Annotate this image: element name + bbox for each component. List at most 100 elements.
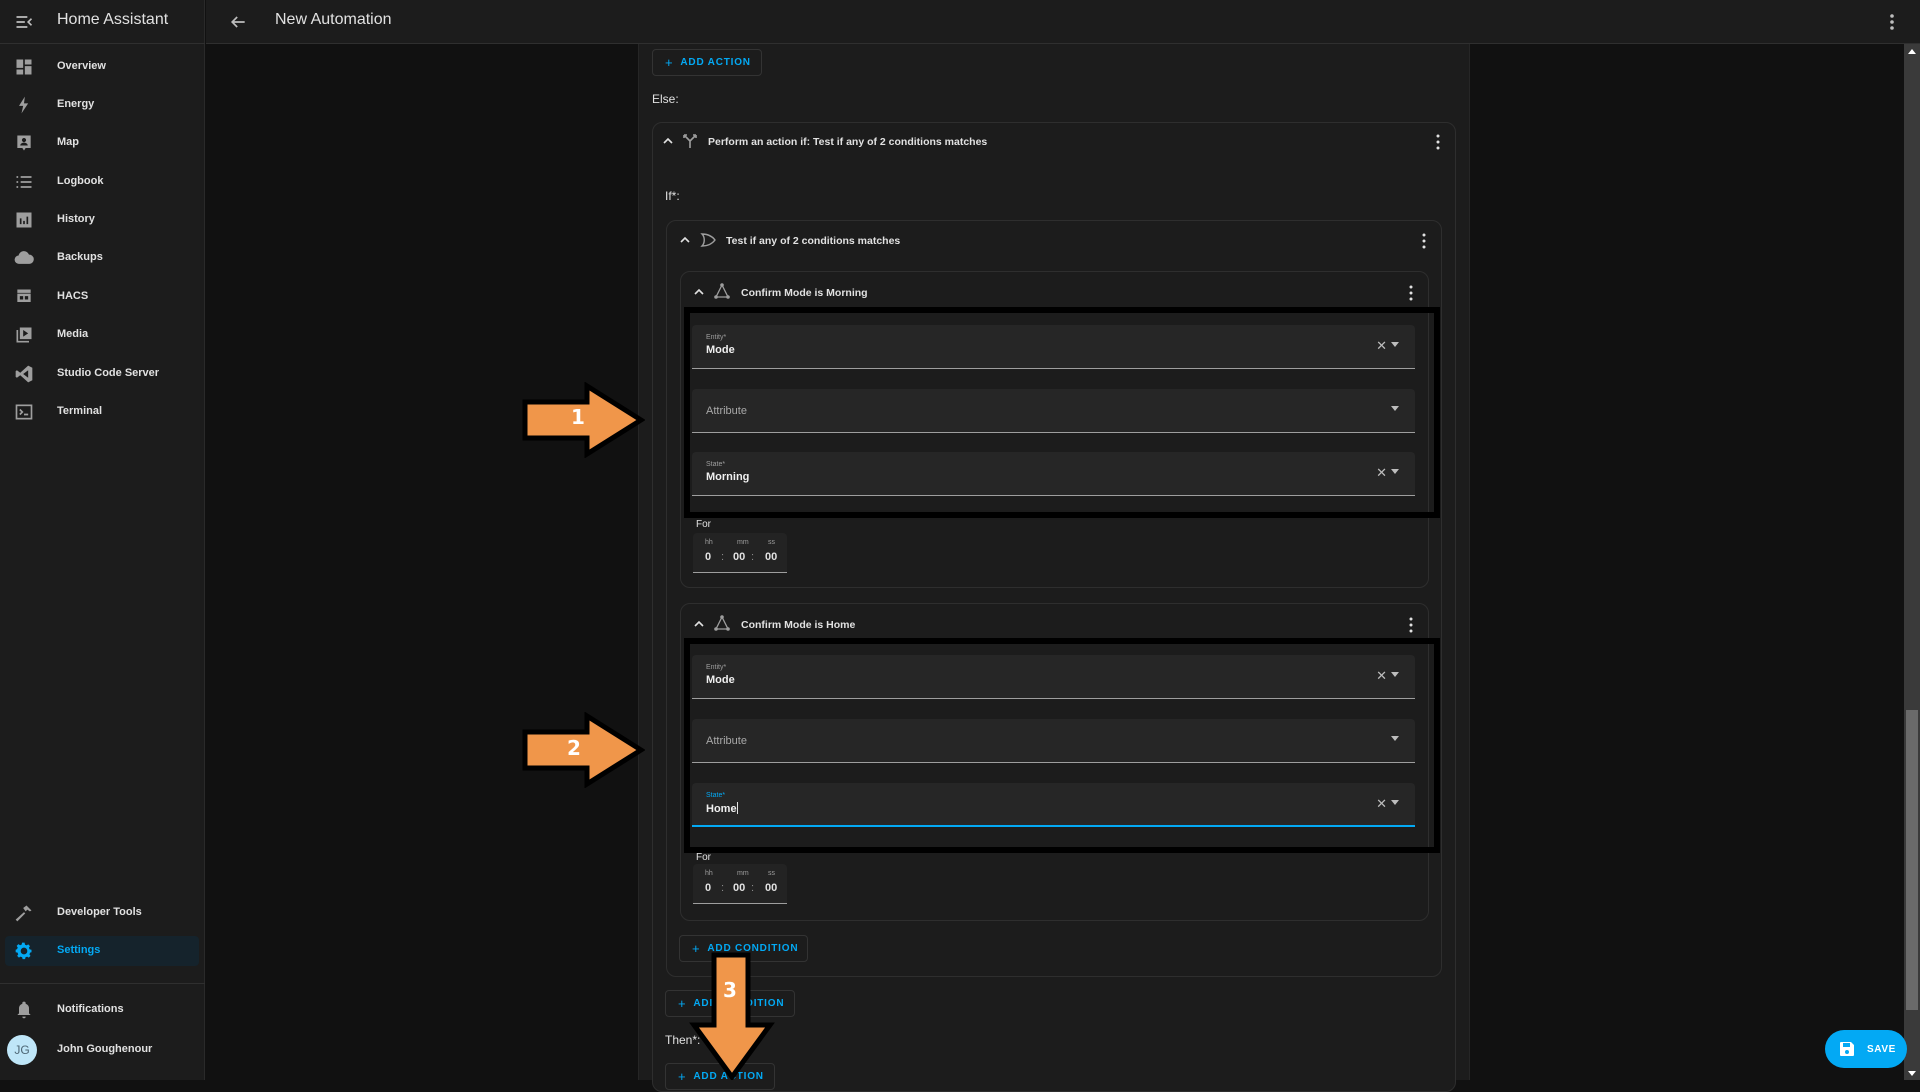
hammer-icon <box>15 905 32 922</box>
sidebar-item-label: HACS <box>57 290 89 302</box>
chevron-up-icon[interactable] <box>693 618 705 630</box>
more-vert-icon[interactable] <box>1408 284 1414 302</box>
menu-collapse-icon[interactable] <box>14 12 34 32</box>
sidebar-item-label: Media <box>57 328 89 340</box>
hours-unit-label: hh <box>705 870 713 877</box>
floppy-disk-icon <box>1840 1042 1854 1056</box>
minutes-input[interactable]: 00 <box>733 882 745 894</box>
sidebar-item-label: Studio Code Server <box>57 367 160 379</box>
media-play-icon <box>16 327 32 343</box>
back-arrow-icon[interactable] <box>228 12 248 32</box>
more-vert-icon[interactable] <box>1435 133 1441 151</box>
sidebar-item-label: Settings <box>57 944 101 956</box>
sidebar-divider <box>0 983 205 984</box>
duration-input[interactable]: hh mm ss 0 : 00 : 00 <box>693 533 787 573</box>
hours-input[interactable]: 0 <box>705 882 711 894</box>
hacs-store-icon <box>17 289 31 302</box>
plus-icon: + <box>678 1069 687 1084</box>
or-card-header[interactable]: Test if any of 2 conditions matches <box>667 221 1441 259</box>
sidebar-item-media[interactable]: Media <box>5 320 199 350</box>
page-title: New Automation <box>275 11 392 28</box>
top-bar: New Automation <box>206 0 1920 44</box>
hours-input[interactable]: 0 <box>705 551 711 563</box>
dashboard-icon <box>16 59 32 75</box>
sidebar-item-label: Developer Tools <box>57 906 142 918</box>
or-card-title: Test if any of 2 conditions matches <box>726 235 901 247</box>
if-then-card-header[interactable]: Perform an action if: Test if any of 2 c… <box>653 123 1455 161</box>
chevron-up-icon[interactable] <box>679 234 691 246</box>
sidebar-item-developer-tools[interactable]: Developer Tools <box>5 898 199 928</box>
call-split-icon <box>683 134 697 148</box>
seconds-unit-label: ss <box>768 539 775 546</box>
annotation-number: 3 <box>723 978 737 1002</box>
minutes-unit-label: mm <box>737 539 749 546</box>
annotation-arrow-2 <box>522 712 645 788</box>
sidebar-item-label: Energy <box>57 98 95 110</box>
terminal-icon <box>15 404 33 420</box>
sidebar-item-terminal[interactable]: Terminal <box>5 397 199 427</box>
lightning-icon <box>19 96 29 114</box>
sidebar-item-label: Map <box>57 136 79 148</box>
app-title: Home Assistant <box>57 11 169 28</box>
sidebar-item-settings[interactable]: Settings <box>5 936 199 966</box>
annotation-number: 1 <box>571 405 585 429</box>
condition-title: Confirm Mode is Home <box>741 619 856 631</box>
sidebar-item-notifications[interactable]: Notifications <box>5 995 199 1025</box>
if-label: If*: <box>665 189 680 203</box>
state-condition-icon <box>714 283 730 299</box>
annotation-number: 2 <box>567 736 581 760</box>
scroll-down-arrow-icon[interactable] <box>1908 1071 1916 1076</box>
scrollbar-thumb[interactable] <box>1906 710 1918 1010</box>
condition-card-header[interactable]: Confirm Mode is Home <box>681 604 1428 642</box>
sidebar-item-label: Logbook <box>57 175 104 187</box>
user-name[interactable]: John Goughenour <box>57 1043 152 1055</box>
more-vert-icon[interactable] <box>1408 616 1414 634</box>
scroll-up-arrow-icon[interactable] <box>1908 49 1916 54</box>
plus-icon: + <box>678 996 687 1011</box>
sidebar-item-energy[interactable]: Energy <box>5 90 199 120</box>
sidebar-item-history[interactable]: History <box>5 205 199 235</box>
sidebar-item-studio-code-server[interactable]: Studio Code Server <box>5 359 199 389</box>
minutes-input[interactable]: 00 <box>733 551 745 563</box>
if-then-card-title: Perform an action if: Test if any of 2 c… <box>708 136 988 148</box>
sidebar: Home Assistant Overview Energy Map Logbo… <box>0 0 205 1080</box>
avatar[interactable]: JG <box>7 1035 37 1065</box>
map-person-icon <box>17 135 31 151</box>
plus-icon: + <box>665 55 674 70</box>
annotation-highlight-box <box>684 638 1440 853</box>
or-gate-icon <box>700 233 716 247</box>
more-vert-icon[interactable] <box>1421 232 1427 250</box>
for-label: For <box>696 852 711 863</box>
sidebar-item-backups[interactable]: Backups <box>5 243 199 273</box>
save-label: SAVE <box>1867 1043 1896 1055</box>
sidebar-item-label: Backups <box>57 251 103 263</box>
hours-unit-label: hh <box>705 539 713 546</box>
sidebar-item-logbook[interactable]: Logbook <box>5 167 199 197</box>
gear-icon <box>15 942 32 960</box>
more-vert-icon[interactable] <box>1888 12 1896 32</box>
seconds-input[interactable]: 00 <box>765 882 777 894</box>
condition-title: Confirm Mode is Morning <box>741 287 868 299</box>
scrollbar[interactable] <box>1904 44 1920 1080</box>
duration-input[interactable]: hh mm ss 0 : 00 : 00 <box>693 864 787 904</box>
chevron-up-icon[interactable] <box>662 135 674 147</box>
save-button[interactable]: SAVE <box>1825 1030 1907 1068</box>
sidebar-item-label: Overview <box>57 60 106 72</box>
add-action-label: ADD ACTION <box>680 57 751 68</box>
sidebar-item-label: Terminal <box>57 405 103 417</box>
sidebar-item-map[interactable]: Map <box>5 128 199 158</box>
chevron-up-icon[interactable] <box>693 286 705 298</box>
for-label: For <box>696 519 711 530</box>
condition-card-header[interactable]: Confirm Mode is Morning <box>681 272 1428 310</box>
bell-icon <box>17 1001 31 1019</box>
chart-icon <box>16 212 32 228</box>
sidebar-item-hacs[interactable]: HACS <box>5 282 199 312</box>
sidebar-item-overview[interactable]: Overview <box>5 52 199 82</box>
seconds-input[interactable]: 00 <box>765 551 777 563</box>
sidebar-header: Home Assistant <box>0 0 205 44</box>
else-label: Else: <box>652 92 679 106</box>
sidebar-item-label: History <box>57 213 95 225</box>
add-action-button-top[interactable]: + ADD ACTION <box>652 49 762 76</box>
vscode-icon <box>15 365 33 383</box>
annotation-arrow-3 <box>689 952 775 1080</box>
